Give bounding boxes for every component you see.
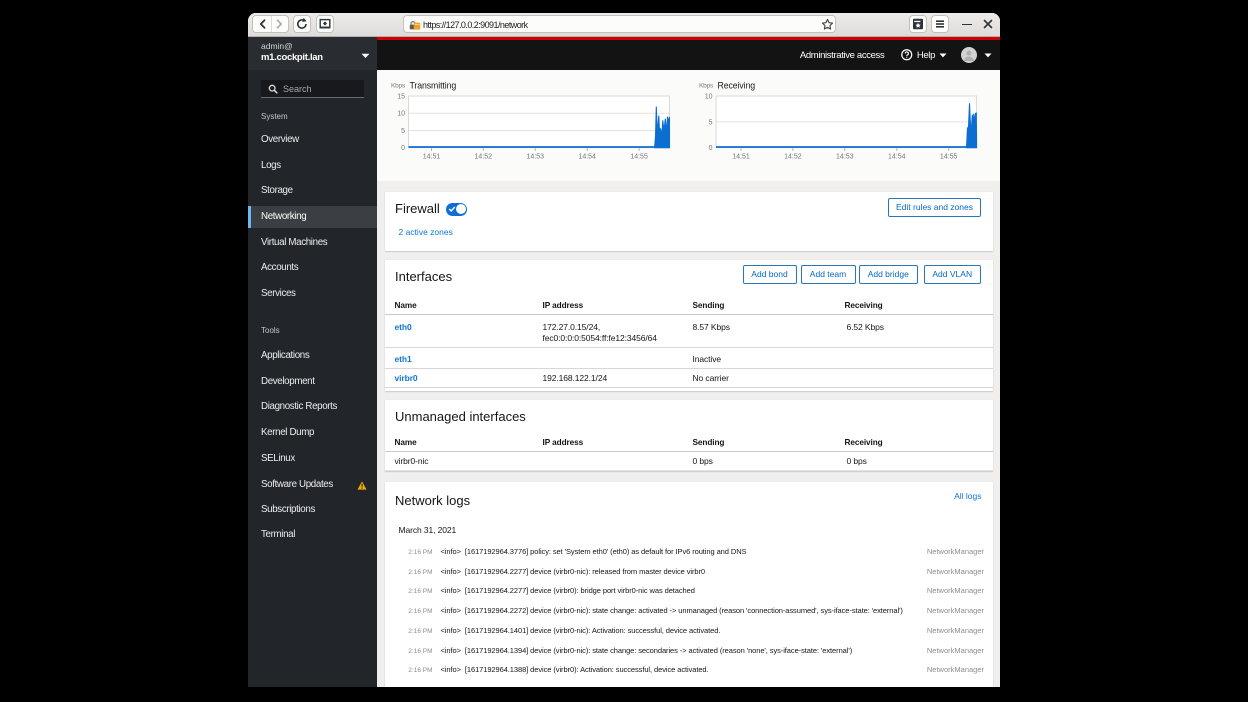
svg-text:14:51: 14:51 (423, 154, 441, 161)
svg-text:5: 5 (401, 128, 405, 135)
svg-text:14:53: 14:53 (527, 154, 545, 161)
svg-text:14:52: 14:52 (475, 154, 493, 161)
svg-text:10: 10 (705, 94, 713, 101)
svg-text:14:55: 14:55 (630, 154, 648, 161)
svg-text:Kbps: Kbps (391, 83, 406, 90)
svg-text:Transmitting: Transmitting (410, 81, 457, 91)
svg-text:10: 10 (397, 111, 405, 118)
svg-text:Receiving: Receiving (718, 81, 756, 91)
svg-text:14:55: 14:55 (940, 154, 958, 161)
svg-text:15: 15 (397, 94, 405, 101)
svg-text:0: 0 (401, 145, 405, 152)
svg-text:14:54: 14:54 (578, 154, 596, 161)
svg-text:14:52: 14:52 (784, 154, 802, 161)
svg-text:Kbps: Kbps (699, 83, 714, 90)
svg-text:14:53: 14:53 (836, 154, 854, 161)
svg-text:14:51: 14:51 (732, 154, 750, 161)
svg-text:5: 5 (709, 119, 713, 126)
svg-text:0: 0 (709, 145, 713, 152)
svg-text:14:54: 14:54 (888, 154, 906, 161)
